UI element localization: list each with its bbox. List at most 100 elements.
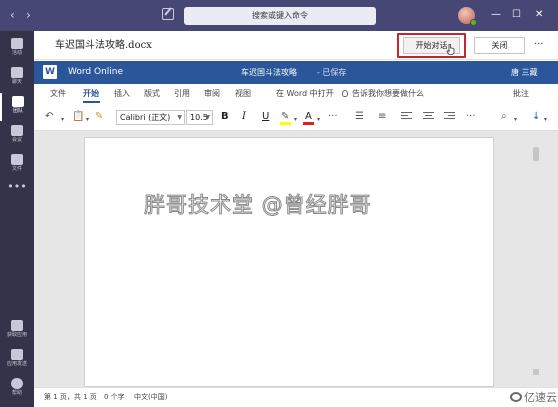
- bell-icon: [11, 38, 23, 49]
- rail-label: 应用发送: [6, 361, 27, 367]
- lightbulb-icon: [342, 90, 348, 97]
- font-color-dropdown-icon[interactable]: ▾: [317, 114, 320, 126]
- window-close-icon[interactable]: ✕: [535, 9, 543, 21]
- comment-button[interactable]: 批注: [513, 88, 529, 100]
- highlight-dropdown-icon[interactable]: ▾: [294, 114, 297, 126]
- files-icon: [11, 154, 23, 165]
- tab-insert[interactable]: 插入: [114, 88, 130, 100]
- close-document-button[interactable]: 关闭: [474, 37, 525, 54]
- find-icon[interactable]: ⌕: [501, 111, 507, 123]
- tab-file[interactable]: 文件: [50, 88, 66, 100]
- rail-label: 团队: [12, 108, 23, 114]
- document-header: 车迟国斗法攻略.docx 开始对话 关闭 ···: [34, 31, 558, 60]
- app-name: Word Online: [68, 67, 124, 77]
- font-name-select[interactable]: Calibri (正文) ▼: [116, 110, 185, 125]
- tab-home[interactable]: 开始: [83, 88, 99, 100]
- watermark-text: 胖哥技术堂 @曾经胖哥: [144, 193, 372, 218]
- status-bar: 第 1 页，共 1 页 0 个字 中文(中国) 亿速云: [34, 387, 558, 407]
- find-dropdown-icon[interactable]: ▾: [514, 114, 517, 126]
- tab-layout[interactable]: 版式: [144, 88, 160, 100]
- apps-icon: [11, 349, 23, 360]
- active-tab-indicator: [83, 101, 100, 103]
- word-document-title[interactable]: 车迟国斗法攻略: [241, 66, 297, 79]
- rail-item-meetings[interactable]: 会议: [0, 122, 34, 150]
- calendar-icon: [11, 125, 23, 136]
- rail-label: 活动: [11, 50, 22, 56]
- dictate-icon[interactable]: ↓: [532, 111, 540, 123]
- italic-button[interactable]: I: [242, 111, 246, 123]
- teams-title-bar: ‹ › 搜索或键入命令 — ☐ ✕: [0, 0, 558, 31]
- back-arrow-icon[interactable]: ‹: [10, 8, 15, 22]
- numbered-list-icon[interactable]: ≡: [378, 111, 386, 123]
- saved-status: - 已保存: [317, 68, 347, 77]
- vertical-scrollbar[interactable]: [531, 137, 541, 387]
- rail-item-chat[interactable]: 聊天: [0, 64, 34, 92]
- rail-label: 获取应用: [6, 332, 27, 338]
- rail-more-icon[interactable]: •••: [0, 181, 34, 193]
- more-font-options-icon[interactable]: ···: [328, 111, 338, 123]
- rail-item-activity[interactable]: 活动: [0, 35, 34, 63]
- new-chat-icon[interactable]: [162, 8, 174, 20]
- maximize-icon[interactable]: ☐: [512, 9, 521, 21]
- align-center-icon[interactable]: [423, 112, 434, 121]
- brand-logo-text: 亿速云: [524, 391, 557, 404]
- align-left-icon[interactable]: [401, 112, 412, 121]
- more-options-icon[interactable]: ···: [534, 39, 544, 51]
- rail-label: 帮助: [11, 390, 22, 396]
- tab-view[interactable]: 视图: [235, 88, 251, 100]
- font-name-value: Calibri (正文): [120, 113, 171, 122]
- open-in-word-button[interactable]: 在 Word 中打开: [276, 88, 334, 100]
- tab-review[interactable]: 审阅: [204, 88, 220, 100]
- word-online-bar: W Word Online 车迟国斗法攻略 - 已保存 唐 三藏: [34, 61, 558, 84]
- dictate-dropdown-icon[interactable]: ▾: [544, 114, 547, 126]
- search-input[interactable]: 搜索或键入命令: [184, 7, 376, 25]
- tab-references[interactable]: 引用: [174, 88, 190, 100]
- rail-item-apps[interactable]: 应用发送: [0, 346, 34, 374]
- highlight-color-bar: [280, 122, 291, 125]
- rail-label: 会议: [11, 137, 22, 143]
- avatar[interactable]: [458, 7, 477, 26]
- word-logo-icon: W: [43, 65, 57, 79]
- font-color-bar: [303, 122, 314, 125]
- minimize-icon[interactable]: —: [491, 9, 501, 21]
- help-icon: [11, 378, 23, 389]
- bold-button[interactable]: B: [221, 111, 229, 123]
- highlight-box: [397, 33, 466, 58]
- teams-icon: [12, 96, 24, 107]
- document-filename: 车迟国斗法攻略.docx: [55, 40, 152, 51]
- document-canvas: 胖哥技术堂 @曾经胖哥: [34, 131, 558, 387]
- page-count: 第 1 页，共 1 页: [44, 393, 97, 401]
- user-name[interactable]: 唐 三藏: [511, 66, 538, 79]
- chevron-down-icon: ▼: [177, 114, 182, 121]
- scroll-down-icon[interactable]: [533, 369, 539, 375]
- ribbon-tabs: 文件 开始 插入 版式 引用 审阅 视图 在 Word 中打开 告诉我你想要做什…: [34, 84, 558, 104]
- undo-dropdown-icon[interactable]: ▾: [61, 114, 64, 126]
- more-paragraph-options-icon[interactable]: ···: [466, 111, 476, 123]
- rail-item-files[interactable]: 文件: [0, 151, 34, 179]
- presence-icon: [470, 19, 477, 26]
- paste-icon[interactable]: 📋: [72, 111, 84, 123]
- tell-me-search[interactable]: 告诉我你想要做什么: [352, 88, 424, 100]
- underline-button[interactable]: U: [262, 111, 269, 123]
- brand-logo: 亿速云: [510, 390, 557, 406]
- paste-dropdown-icon[interactable]: ▾: [86, 114, 89, 126]
- bullet-list-icon[interactable]: ☰: [355, 111, 364, 123]
- scroll-thumb[interactable]: [533, 147, 539, 161]
- rail-item-help[interactable]: 帮助: [0, 375, 34, 403]
- brand-swirl-icon: [510, 392, 522, 402]
- align-right-icon[interactable]: [444, 112, 455, 121]
- undo-icon[interactable]: ↶: [45, 111, 53, 123]
- word-count: 0 个字: [104, 393, 125, 401]
- document-page[interactable]: 胖哥技术堂 @曾经胖哥: [84, 137, 494, 387]
- formatting-toolbar: ↶ ▾ 📋 ▾ ✎ Calibri (正文) ▼ 10.5 ▼ B I U ✎ …: [34, 104, 558, 131]
- forward-arrow-icon[interactable]: ›: [26, 8, 31, 22]
- rail-item-teams[interactable]: 团队: [0, 93, 34, 121]
- font-size-select[interactable]: 10.5 ▼: [186, 110, 213, 125]
- rail-label: 文件: [11, 166, 22, 172]
- rail-label: 聊天: [11, 79, 22, 85]
- language-status[interactable]: 中文(中国): [134, 388, 167, 406]
- rail-item-store[interactable]: 获取应用: [0, 317, 34, 345]
- format-painter-icon[interactable]: ✎: [95, 111, 103, 123]
- store-icon: [11, 320, 23, 331]
- chat-icon: [11, 67, 23, 78]
